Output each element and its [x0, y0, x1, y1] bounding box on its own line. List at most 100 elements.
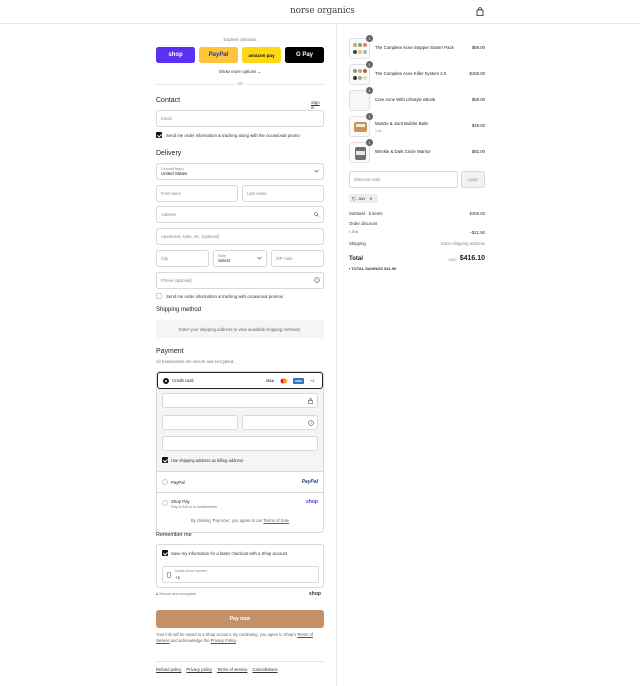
- remember-me-box: Save my information for a faster checkou…: [156, 544, 324, 588]
- discount-row: ⬪ JAN −$21.90: [349, 230, 485, 235]
- address-field[interactable]: Address: [156, 206, 324, 223]
- save-info-checkbox[interactable]: [162, 550, 168, 556]
- shop-pay-button[interactable]: shop: [156, 47, 195, 63]
- credit-card-radio[interactable]: [163, 377, 169, 384]
- express-checkout-title: Express checkout: [223, 37, 257, 42]
- country-select[interactable]: Country/Region United States: [156, 163, 324, 180]
- currency-code: USD: [448, 257, 456, 262]
- item-name: Wrinkle & Dark Circle Warrior: [375, 149, 431, 154]
- terms-of-sale-link[interactable]: Terms of Sale: [263, 518, 289, 523]
- shipping-value: Enter shipping address: [441, 241, 485, 246]
- paypal-button[interactable]: PayPal: [199, 47, 238, 63]
- total-label: Total: [349, 256, 363, 262]
- svg-text:?: ?: [316, 278, 318, 282]
- cancellations-link[interactable]: Cancellations: [252, 667, 277, 672]
- tag-icon: [352, 196, 356, 201]
- expiration-date-field[interactable]: [162, 415, 238, 430]
- help-icon[interactable]: ?: [308, 420, 314, 426]
- shop-pay-label: Shop Pay: [171, 499, 190, 504]
- shipping-method-note: Enter your shipping address to view avai…: [156, 320, 324, 338]
- visa-icon: VISA: [265, 378, 275, 384]
- mobile-phone-field[interactable]: Mobile phone number +1: [162, 566, 319, 583]
- item-price: $159.00: [469, 71, 485, 76]
- shop-pay-logo: shop: [306, 499, 318, 505]
- svg-text:?: ?: [310, 421, 312, 425]
- mobile-phone-label: Mobile phone number: [175, 569, 207, 573]
- header: norse organics: [0, 0, 640, 24]
- apartment-field[interactable]: Apartment, suite, etc. (optional): [156, 228, 324, 245]
- cart-item: 1 Wrinkle & Dark Circle Warrior $82.00: [349, 139, 485, 164]
- paypal-radio[interactable]: [162, 479, 168, 485]
- mastercard-icon: [280, 378, 288, 384]
- shop-pay-option[interactable]: Shop Pay Pay in full or in installments …: [157, 492, 323, 532]
- mobile-phone-icon: [167, 572, 171, 578]
- delivery-title: Delivery: [156, 150, 182, 157]
- zip-field[interactable]: ZIP code: [271, 250, 324, 267]
- google-pay-button[interactable]: G Pay: [285, 47, 324, 63]
- item-price: $82.00: [471, 149, 485, 154]
- shop-pay-radio[interactable]: [162, 500, 168, 506]
- card-details: ? Use shipping address as billing addres…: [157, 389, 323, 471]
- sign-in-link[interactable]: Sign in: [311, 100, 324, 110]
- item-price: $59.00: [471, 97, 485, 102]
- email-opt-in-checkbox[interactable]: [156, 132, 162, 138]
- sms-opt-in-checkbox[interactable]: [156, 293, 162, 299]
- payment-options: Credit card VISA AMEX +3 ? Use shipping …: [156, 371, 324, 533]
- name-on-card-field[interactable]: [162, 436, 318, 451]
- shopping-bag-icon[interactable]: [476, 7, 484, 16]
- shop-logo: shop: [309, 591, 321, 597]
- credit-card-option[interactable]: Credit card VISA AMEX +3: [157, 372, 323, 389]
- chevron-down-icon: [314, 169, 319, 173]
- search-icon: [314, 212, 319, 217]
- quantity-badge: 1: [366, 113, 373, 120]
- quantity-badge: 1: [366, 61, 373, 68]
- pay-now-button[interactable]: Pay now: [156, 610, 324, 628]
- amex-icon: AMEX: [293, 378, 304, 384]
- lock-icon: [308, 398, 313, 404]
- amazon-pay-button[interactable]: amazon pay: [242, 47, 281, 63]
- show-more-options-link[interactable]: Show more options ⌄: [156, 69, 324, 75]
- order-discount-label: Order discount: [349, 221, 378, 226]
- refund-policy-link[interactable]: Refund policy: [156, 667, 181, 672]
- apply-discount-button[interactable]: Apply: [461, 171, 485, 188]
- paypal-logo: PayPal: [301, 478, 318, 485]
- terms-notice: By clicking 'Pay now', you agree to our …: [156, 518, 324, 523]
- privacy-policy-link[interactable]: Privacy Policy: [211, 638, 236, 643]
- help-icon[interactable]: ?: [314, 277, 320, 283]
- more-brands-count: +3: [310, 378, 315, 383]
- footer-links: Refund policy Privacy policy Terms of serv…: [156, 667, 283, 672]
- discount-code-input[interactable]: Discount code: [349, 171, 458, 188]
- item-variant: 1 oz: [375, 129, 382, 133]
- sms-opt-in-label: Send me order information & tracking wit…: [166, 293, 284, 299]
- save-info-label: Save my information for a faster checkou…: [171, 550, 288, 556]
- item-name: Cure Acne With Lifestyle eBook: [375, 97, 436, 102]
- remove-code-icon[interactable]: ✕: [369, 196, 372, 201]
- email-field[interactable]: Email: [156, 110, 324, 127]
- shipping-label: Shipping: [349, 241, 366, 246]
- phone-field[interactable]: Phone (optional): [156, 272, 324, 289]
- total-value: $416.10: [459, 255, 485, 262]
- privacy-policy-footer-link[interactable]: Privacy policy: [186, 667, 212, 672]
- card-number-field[interactable]: [162, 393, 318, 408]
- or-label: OR: [234, 81, 246, 86]
- paypal-option[interactable]: PayPal PayPal: [157, 471, 323, 492]
- shipping-row: Shipping Enter shipping address: [349, 241, 485, 246]
- first-name-field[interactable]: First name: [156, 185, 238, 202]
- cart-item: 1 Muscle & Joint Builder Balm 1 oz $49.0…: [349, 113, 485, 138]
- credit-card-label: Credit card: [172, 378, 194, 383]
- total-savings-label: TOTAL SAVINGS: [351, 266, 383, 271]
- applied-code-chip: JAN ✕: [349, 194, 378, 203]
- last-name-field[interactable]: Last name: [242, 185, 324, 202]
- city-field[interactable]: City: [156, 250, 209, 267]
- column-divider: [336, 24, 337, 686]
- mobile-phone-value: +1: [175, 575, 181, 580]
- secure-encrypted-note: 🔒︎ Secure and encrypted: [156, 592, 197, 596]
- tag-icon: ⬪: [349, 266, 351, 271]
- contact-title: Contact: [156, 97, 181, 104]
- terms-of-service-link[interactable]: Terms of service: [217, 667, 247, 672]
- shop-pay-sub: Pay in full or in installments: [171, 505, 218, 509]
- cart-item: 1 Cure Acne With Lifestyle eBook $59.00: [349, 87, 485, 112]
- security-code-field[interactable]: [242, 415, 318, 430]
- billing-same-checkbox[interactable]: [162, 457, 168, 463]
- brand-logo[interactable]: norse organics: [290, 6, 355, 16]
